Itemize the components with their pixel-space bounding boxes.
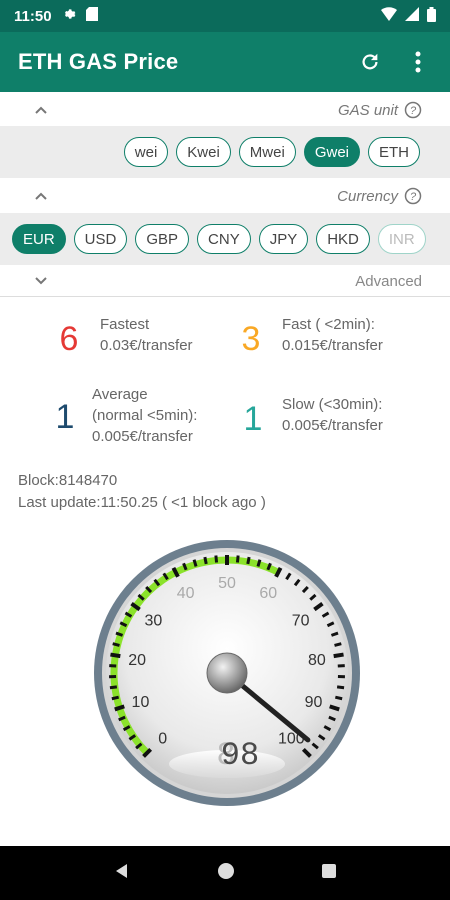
- chevron-up-icon[interactable]: [34, 103, 48, 117]
- app-title: ETH GAS Price: [18, 49, 179, 74]
- currency-chips: EUR USD GBP CNY JPY HKD INR: [0, 213, 450, 265]
- gauge-tick-label: 20: [128, 652, 146, 669]
- nav-bar: [0, 846, 450, 900]
- price-fastest-cost: 0.03€/transfer: [100, 337, 193, 354]
- chip-mwei[interactable]: Mwei: [238, 137, 296, 167]
- gauge-hub: [206, 652, 248, 694]
- price-fast-value: 3: [241, 320, 261, 358]
- price-fast-title: Fast ( <2min):: [282, 316, 375, 333]
- gas-unit-chips: wei Kwei Mwei Gwei ETH: [0, 126, 450, 178]
- chip-kwei[interactable]: Kwei: [176, 137, 231, 167]
- chip-hkd[interactable]: HKD: [316, 224, 370, 254]
- gauge-minor-tick: [246, 556, 251, 565]
- chip-cny[interactable]: CNY: [197, 224, 251, 254]
- chip-eur[interactable]: EUR: [12, 224, 66, 254]
- gauge-minor-tick: [334, 642, 342, 647]
- svg-text:?: ?: [410, 105, 417, 117]
- gauge-minor-tick: [203, 556, 208, 565]
- chevron-up-icon[interactable]: [34, 189, 48, 203]
- wifi-icon: [381, 7, 397, 25]
- home-icon[interactable]: [217, 862, 235, 885]
- sd-card-icon: [85, 7, 98, 25]
- chip-inr[interactable]: INR: [377, 224, 426, 254]
- price-fastest: 6 Fastest 0.03€/transfer: [52, 314, 193, 359]
- gauge-minor-tick: [111, 695, 120, 701]
- chip-usd[interactable]: USD: [73, 224, 128, 254]
- gauge-tick-label: 80: [308, 652, 326, 669]
- currency-header[interactable]: Currency ?: [0, 180, 450, 212]
- price-slow-cost: 0.005€/transfer: [282, 417, 383, 434]
- gas-unit-header[interactable]: GAS unit ?: [0, 94, 450, 126]
- advanced-header[interactable]: Advanced: [0, 265, 450, 297]
- chip-eth[interactable]: ETH: [368, 137, 420, 167]
- gauge-minor-tick: [334, 695, 343, 701]
- gauge-minor-tick: [214, 555, 219, 563]
- price-slow-value: 1: [243, 400, 263, 438]
- price-average: 1 Average (normal <5min): 0.005€/transfe…: [48, 384, 198, 447]
- gauge-minor-tick: [256, 559, 262, 567]
- price-slow-title: Slow (<30min):: [282, 396, 383, 413]
- gauge-major-tick: [110, 652, 121, 659]
- chip-jpy[interactable]: JPY: [258, 224, 309, 254]
- gauge-tick-label: 10: [132, 694, 150, 711]
- svg-text:?: ?: [410, 191, 417, 203]
- status-bar: 11:50: [0, 0, 450, 32]
- gauge-digital-readout: 98: [221, 737, 259, 774]
- gear-icon: [62, 7, 76, 25]
- battery-icon: [427, 6, 436, 26]
- price-average-cost: 0.005€/transfer: [92, 428, 193, 445]
- price-fast-cost: 0.015€/transfer: [282, 337, 383, 354]
- chip-gwei[interactable]: Gwei: [303, 137, 360, 167]
- help-icon[interactable]: ?: [404, 187, 422, 205]
- gauge-tick-label: 60: [259, 585, 277, 602]
- block-info: Block:8148470 Last update:11:50.25 ( <1 …: [18, 470, 266, 514]
- gauge-major-tick: [333, 652, 344, 659]
- app-bar: ETH GAS Price: [0, 32, 450, 92]
- help-icon[interactable]: ?: [404, 101, 422, 119]
- price-fastest-value: 6: [59, 320, 79, 358]
- recents-icon[interactable]: [321, 863, 337, 884]
- block-number: Block:8148470: [18, 472, 118, 489]
- signal-icon: [405, 7, 419, 25]
- gauge-tick-label: 50: [218, 575, 236, 592]
- price-average-value: 1: [55, 398, 75, 436]
- price-slow: 1 Slow (<30min): 0.005€/transfer: [236, 394, 383, 439]
- gauge-tick-label: 90: [305, 694, 323, 711]
- divider: [0, 296, 450, 297]
- gauge-tick-label: 40: [177, 585, 195, 602]
- advanced-label: Advanced: [355, 272, 422, 290]
- gauge-minor-tick: [192, 559, 198, 567]
- gauge-minor-tick: [336, 685, 345, 690]
- gauge-tick-label: 70: [292, 613, 310, 630]
- status-time: 11:50: [14, 7, 52, 25]
- last-update: Last update:11:50.25 ( <1 block ago ): [18, 494, 266, 511]
- gauge-minor-tick: [235, 555, 240, 563]
- price-fastest-title: Fastest: [100, 316, 150, 333]
- gauge-tick-label: 30: [144, 613, 162, 630]
- back-icon[interactable]: [113, 862, 131, 885]
- price-fast: 3 Fast ( <2min): 0.015€/transfer: [234, 314, 383, 359]
- price-average-title: Average: [92, 386, 148, 403]
- more-vert-icon[interactable]: [404, 48, 432, 76]
- gauge-minor-tick: [109, 685, 118, 690]
- gas-gauge: 0102030405060708090100 8 98: [94, 540, 360, 806]
- gas-unit-label: GAS unit: [337, 101, 398, 119]
- chip-wei[interactable]: wei: [123, 137, 169, 167]
- gauge-minor-tick: [112, 642, 120, 647]
- price-average-sub: (normal <5min):: [92, 407, 198, 424]
- chip-gbp[interactable]: GBP: [135, 224, 190, 254]
- gauge-tick-label: 0: [158, 730, 167, 747]
- currency-label: Currency: [337, 187, 398, 205]
- chevron-down-icon[interactable]: [34, 274, 48, 288]
- refresh-icon[interactable]: [356, 48, 384, 76]
